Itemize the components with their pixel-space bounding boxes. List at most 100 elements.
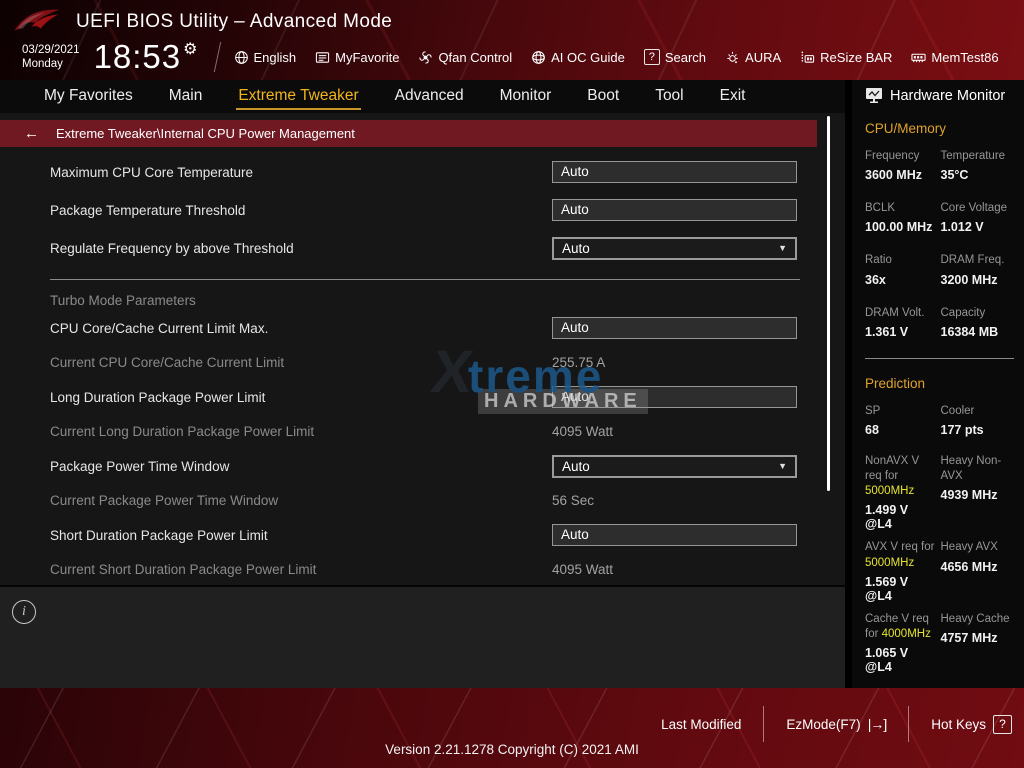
setting-label: Maximum CPU Core Temperature [50,165,552,180]
setting-value: 4095 Watt [552,424,613,439]
back-arrow-icon[interactable]: ← [24,125,39,142]
setting-row-readonly: Current Package Power Time Window 56 Sec [0,485,845,516]
aura-button[interactable]: AURA [725,50,781,65]
resize-bar-button[interactable]: ReSize BAR [800,50,892,65]
setting-value: 255.75 A [552,355,605,370]
tab-tool[interactable]: Tool [653,83,685,110]
settings-panel: ← Extreme Tweaker\Internal CPU Power Man… [0,113,845,585]
setting-label: Current Short Duration Package Power Lim… [50,562,552,577]
qfan-control-button[interactable]: Qfan Control [418,50,512,65]
language-globe-icon [234,50,249,65]
setting-label: Regulate Frequency by above Threshold [50,241,552,256]
toolbar-divider [213,42,220,72]
setting-label: Long Duration Package Power Limit [50,390,552,405]
hot-keys-button[interactable]: Hot Keys ? [931,715,1012,734]
setting-row: CPU Core/Cache Current Limit Max. Auto [0,309,845,347]
setting-row-readonly: Current Long Duration Package Power Limi… [0,416,845,447]
setting-row: Maximum CPU Core Temperature Auto [0,153,845,191]
info-icon: i [12,600,36,624]
section-header: Turbo Mode Parameters [50,279,800,309]
quick-toolbar: English MyFavorite Qfan Control [234,49,999,65]
setting-select[interactable]: Auto ▼ [552,455,797,478]
footer-divider [763,706,764,742]
time-display: 18:53⚙ [94,38,199,76]
setting-row: Package Power Time Window Auto ▼ [0,447,845,485]
rog-logo-icon [12,6,62,38]
date-display: 03/29/2021 Monday [22,43,80,72]
version-text: Version 2.21.1278 Copyright (C) 2021 AMI [0,742,1024,757]
setting-row-readonly: Current Short Duration Package Power Lim… [0,554,845,585]
setting-row: Package Temperature Threshold Auto [0,191,845,229]
setting-row: Long Duration Package Power Limit Auto [0,378,845,416]
monitor-icon [865,87,884,104]
ai-oc-guide-button[interactable]: AI OC Guide [531,50,625,65]
stat-row: SP68 Cooler177 pts [865,404,1016,437]
setting-row: Regulate Frequency by above Threshold Au… [0,229,845,267]
setting-select[interactable]: Auto ▼ [552,237,797,260]
footer-divider [908,706,909,742]
tab-monitor[interactable]: Monitor [498,83,554,110]
stat-row: BCLK100.00 MHz Core Voltage1.012 V [865,201,1016,234]
tab-main[interactable]: Main [167,83,205,110]
tab-boot[interactable]: Boot [585,83,621,110]
setting-input[interactable]: Auto [552,524,797,546]
last-modified-button[interactable]: Last Modified [661,717,741,732]
hardware-monitor-title: Hardware Monitor [865,87,1016,104]
qfan-control-icon [418,50,433,65]
stat-row: AVX V req for 5000MHz1.569 V @L4 Heavy A… [865,540,1016,602]
tab-exit[interactable]: Exit [718,83,748,110]
hardware-monitor-sidebar: Hardware Monitor CPU/Memory Frequency360… [845,80,1024,690]
setting-input[interactable]: Auto [552,161,797,183]
my-favorite-button[interactable]: MyFavorite [315,50,399,65]
enter-ezmode-icon: |→] [868,716,887,732]
memtest-icon [911,50,926,65]
settings-rows: Maximum CPU Core Temperature Auto Packag… [0,153,845,585]
tab-my-favorites[interactable]: My Favorites [42,83,135,110]
stat-row: DRAM Volt.1.361 V Capacity16384 MB [865,306,1016,339]
stat-row: Frequency3600 MHz Temperature35°C [865,149,1016,182]
memtest-button[interactable]: MemTest86 [911,50,998,65]
setting-value: 56 Sec [552,493,594,508]
footer-actions: Last Modified EzMode(F7) |→] Hot Keys ? [661,706,1012,742]
setting-label: Short Duration Package Power Limit [50,528,552,543]
stat-row: Ratio36x DRAM Freq.3200 MHz [865,253,1016,286]
setting-row-readonly: Current CPU Core/Cache Current Limit 255… [0,347,845,378]
tab-advanced[interactable]: Advanced [393,83,466,110]
stat-row: NonAVX V req for 5000MHz1.499 V @L4 Heav… [865,454,1016,532]
chevron-down-icon: ▼ [778,461,787,471]
setting-input[interactable]: Auto [552,199,797,221]
stat-row: Cache V req for 4000MHz1.065 V @L4 Heavy… [865,612,1016,674]
aura-icon [725,50,740,65]
setting-value: 4095 Watt [552,562,613,577]
ezmode-button[interactable]: EzMode(F7) |→] [786,716,886,732]
top-banner: UEFI BIOS Utility – Advanced Mode 03/29/… [0,0,1024,80]
language-button[interactable]: English [234,50,297,65]
setting-label: CPU Core/Cache Current Limit Max. [50,321,552,336]
setting-row: Short Duration Package Power Limit Auto [0,516,845,554]
search-button[interactable]: ? Search [644,49,706,65]
resize-bar-icon [800,50,815,65]
tab-extreme-tweaker[interactable]: Extreme Tweaker [236,83,360,110]
bottom-bar: Last Modified EzMode(F7) |→] Hot Keys ? … [0,688,1024,768]
setting-label: Package Power Time Window [50,459,552,474]
app-title: UEFI BIOS Utility – Advanced Mode [76,11,392,33]
scrollbar[interactable] [827,116,830,491]
question-icon: ? [993,715,1012,734]
section-heading-cpu-memory: CPU/Memory [865,121,1016,136]
setting-label: Current CPU Core/Cache Current Limit [50,355,552,370]
setting-input[interactable]: Auto [552,317,797,339]
my-favorite-icon [315,50,330,65]
breadcrumb: ← Extreme Tweaker\Internal CPU Power Man… [0,120,817,147]
sidebar-divider [865,358,1014,359]
ai-oc-guide-icon [531,50,546,65]
setting-label: Current Package Power Time Window [50,493,552,508]
description-panel: i [0,585,845,688]
breadcrumb-path: Extreme Tweaker\Internal CPU Power Manag… [56,126,355,141]
bios-screen: UEFI BIOS Utility – Advanced Mode 03/29/… [0,0,1024,768]
clock-settings-gear-icon[interactable]: ⚙ [183,41,198,58]
setting-input[interactable]: Auto [552,386,797,408]
setting-label: Current Long Duration Package Power Limi… [50,424,552,439]
search-icon: ? [644,49,660,65]
chevron-down-icon: ▼ [778,243,787,253]
section-heading-prediction: Prediction [865,376,1016,391]
